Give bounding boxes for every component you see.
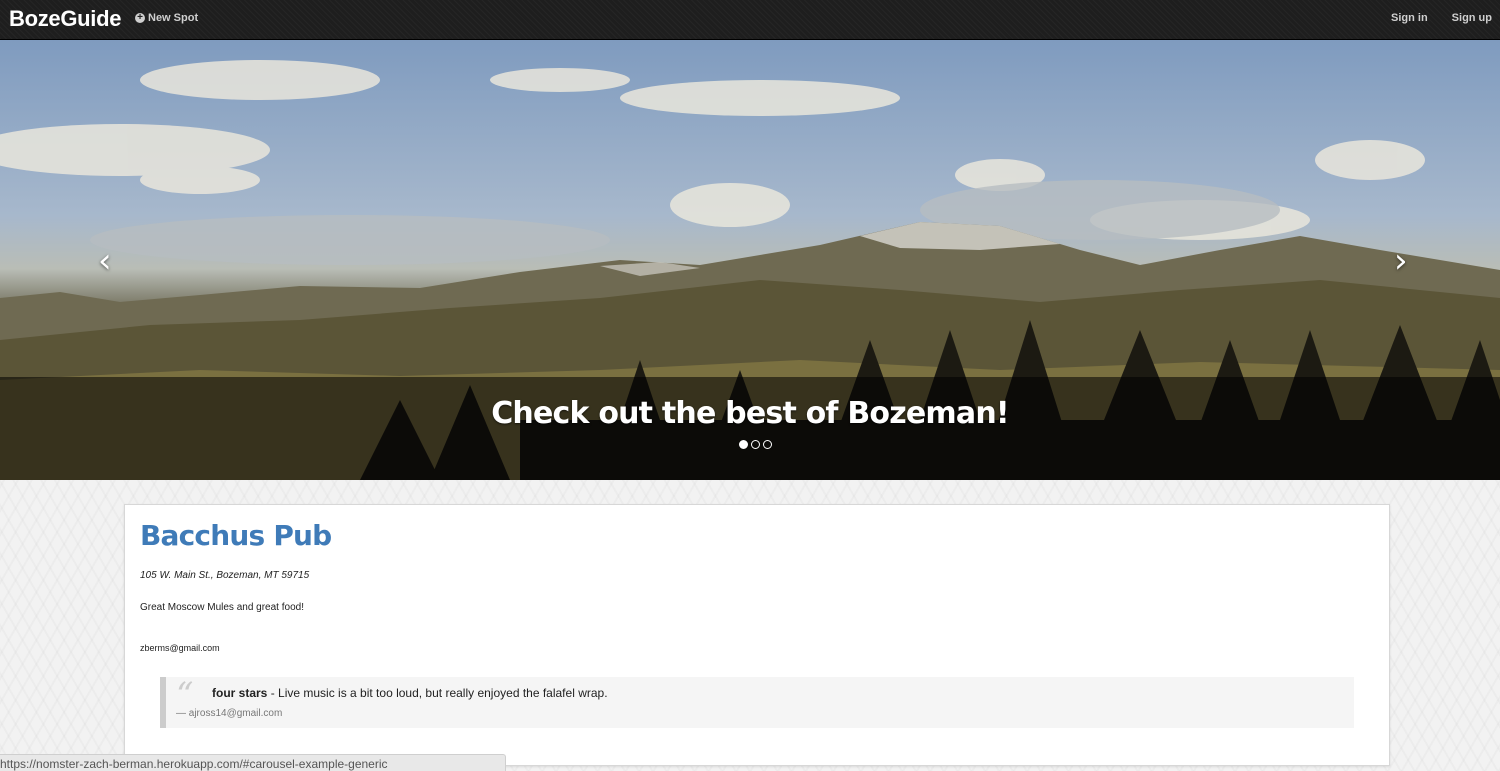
spot-card: Bacchus Pub 105 W. Main St., Bozeman, MT… xyxy=(124,504,1390,766)
carousel-caption: Check out the best of Bozeman! xyxy=(491,396,1009,431)
nav-right: Sign in Sign up xyxy=(1391,12,1492,24)
spot-address: 105 W. Main St., Bozeman, MT 59715 xyxy=(140,570,310,581)
carousel-indicators xyxy=(739,440,772,449)
carousel-next-icon[interactable]: › xyxy=(1394,244,1408,278)
navbar: BozeGuide + New Spot Sign in Sign up xyxy=(0,0,1500,40)
spot-description: Great Moscow Mules and great food! xyxy=(140,602,304,613)
carousel-indicator-2[interactable] xyxy=(751,440,760,449)
review-text: four stars - Live music is a bit too lou… xyxy=(212,686,608,700)
carousel-indicator-3[interactable] xyxy=(763,440,772,449)
sign-in-link[interactable]: Sign in xyxy=(1391,12,1428,24)
browser-status-url: https://nomster-zach-berman.herokuapp.co… xyxy=(0,754,506,771)
review-comment: - Live music is a bit too loud, but real… xyxy=(267,686,608,700)
spot-owner-email: zberms@gmail.com xyxy=(140,643,220,653)
plus-circle-icon: + xyxy=(135,13,145,23)
hero-carousel: Check out the best of Bozeman! ‹ › xyxy=(0,40,1500,480)
new-spot-label: New Spot xyxy=(148,12,199,24)
carousel-indicator-1[interactable] xyxy=(739,440,748,449)
spot-title-link[interactable]: Bacchus Pub xyxy=(140,519,332,552)
new-spot-link[interactable]: + New Spot xyxy=(135,12,198,24)
carousel-prev-icon[interactable]: ‹ xyxy=(98,244,112,278)
review-rating: four stars xyxy=(212,686,268,700)
sign-up-link[interactable]: Sign up xyxy=(1452,12,1492,24)
review-blockquote: “ four stars - Live music is a bit too l… xyxy=(160,675,1354,728)
brand-logo[interactable]: BozeGuide xyxy=(9,6,122,32)
review-author: — ajross14@gmail.com xyxy=(176,708,283,719)
